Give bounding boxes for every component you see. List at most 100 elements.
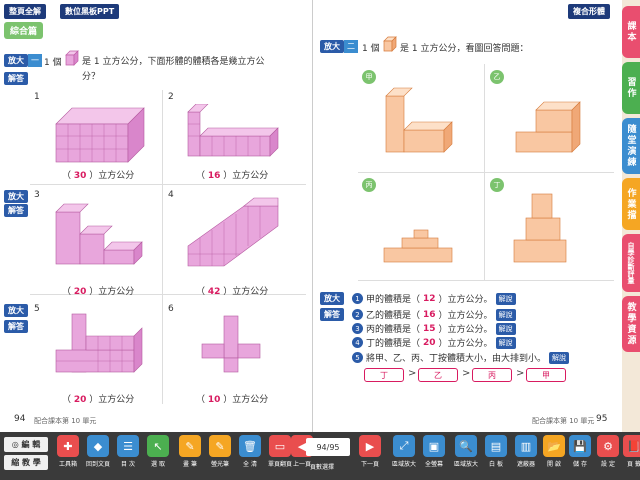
next-page-icon: ▶ bbox=[359, 435, 381, 457]
divider bbox=[30, 184, 306, 185]
item-answer: （ 20 ）立方公分 bbox=[62, 287, 135, 297]
bookmark-button[interactable]: 📕 頁 籤 bbox=[620, 435, 640, 468]
magnify-button[interactable]: 🔍 區域放大 bbox=[452, 435, 480, 468]
unit-cube-icon bbox=[383, 36, 397, 52]
mode-switcher: ◎ 編 輯 縮 教 學 bbox=[4, 437, 48, 473]
whole-page-answer-button[interactable]: 整頁全解 bbox=[4, 4, 46, 19]
question-prefix: 1 個 bbox=[362, 44, 380, 54]
edit-mode-button[interactable]: ◎ 編 輯 bbox=[4, 437, 48, 452]
item-answer: （ 30 ）立方公分 bbox=[62, 171, 135, 181]
explain-button[interactable]: 解說 bbox=[495, 292, 516, 305]
answer-line-2: 2 乙的體積是（ 16 ）立方公分。 解說 bbox=[352, 308, 516, 321]
fullscreen-button[interactable]: ▣ 全螢幕 bbox=[420, 435, 448, 468]
tab-teaching-resources[interactable]: 教學資源 bbox=[622, 296, 640, 352]
answer-line-3: 3 丙的體積是（ 15 ）立方公分。 解說 bbox=[352, 322, 516, 335]
tab-assignment[interactable]: 作業擋 bbox=[622, 178, 640, 230]
explain-button[interactable]: 解說 bbox=[495, 322, 516, 335]
toolbox-button[interactable]: ✚ 工具箱 bbox=[54, 435, 82, 468]
tab-self-assessment[interactable]: 自學診斷評量 bbox=[622, 234, 640, 292]
rank-box: 甲 bbox=[526, 368, 566, 382]
tab-textbook[interactable]: 課本 bbox=[622, 6, 640, 58]
unit-label: 立方公分 bbox=[98, 171, 135, 181]
highlighter-button[interactable]: ✎ 螢光筆 bbox=[206, 435, 234, 468]
rank-box: 乙 bbox=[418, 368, 458, 382]
tool-label: 頁 籤 bbox=[627, 461, 640, 468]
unit-label: 立方公分 bbox=[98, 395, 135, 405]
fullscreen-icon: ▣ bbox=[423, 435, 445, 457]
zoom-button[interactable]: 放大 bbox=[320, 40, 344, 53]
open-button[interactable]: 📂 開 啟 bbox=[540, 435, 568, 468]
back-to-page-icon: ◆ bbox=[87, 435, 109, 457]
pen-button[interactable]: ✎ 畫 筆 bbox=[176, 435, 204, 468]
explain-button[interactable]: 解說 bbox=[495, 336, 516, 349]
contents-button[interactable]: ☰ 目 次 bbox=[114, 435, 142, 468]
page-footer: 配合課本第 10 單元 bbox=[532, 417, 595, 425]
explain-button[interactable]: 解說 bbox=[495, 308, 516, 321]
teach-mode-button[interactable]: 縮 教 學 bbox=[4, 455, 48, 470]
line-text-post: ）立方公分。 bbox=[438, 311, 493, 321]
unit-cube-icon bbox=[65, 50, 79, 66]
answer-button[interactable]: 解答 bbox=[320, 308, 344, 321]
item-number: 2 bbox=[168, 92, 174, 102]
answer-button[interactable]: 解答 bbox=[4, 320, 28, 333]
item-number: 6 bbox=[168, 304, 174, 314]
zoom-button[interactable]: 放大 bbox=[4, 304, 28, 317]
answer-value: 42 bbox=[207, 287, 221, 297]
explain-button[interactable]: 解說 bbox=[549, 351, 570, 364]
question-text: 是 1 立方公分，下面形體的體積各是幾立方公分？ bbox=[82, 57, 265, 82]
tab-workbook[interactable]: 習作 bbox=[622, 62, 640, 114]
save-icon: 💾 bbox=[569, 435, 591, 457]
shape-label: 丙 bbox=[362, 178, 376, 192]
zoom-button[interactable]: 放大 bbox=[4, 54, 28, 67]
zoom-button[interactable]: 放大 bbox=[320, 292, 344, 305]
tool-label: 全螢幕 bbox=[424, 461, 443, 468]
tool-label: 遮蔽器 bbox=[516, 461, 535, 468]
tool-label: 回到文頁 bbox=[85, 461, 110, 468]
tool-label: 工具箱 bbox=[58, 461, 77, 468]
next-page-button[interactable]: ▶ 下一頁 bbox=[356, 435, 384, 468]
answer-button[interactable]: 解答 bbox=[4, 72, 28, 85]
magnify-icon: 🔍 bbox=[455, 435, 477, 457]
line-number: 3 bbox=[352, 323, 363, 334]
page-gutter bbox=[312, 0, 313, 432]
chapter-title: 複合形體 bbox=[568, 4, 610, 19]
settings-button[interactable]: ⚙ 設 定 bbox=[594, 435, 622, 468]
whiteboard-button[interactable]: ▤ 白 板 bbox=[482, 435, 510, 468]
zoom-area-button[interactable]: ⤢ 區域放大 bbox=[390, 435, 418, 468]
answer-value: 30 bbox=[73, 171, 87, 181]
line-number: 2 bbox=[352, 309, 363, 320]
line-number: 1 bbox=[352, 293, 363, 304]
question-number: 二 bbox=[344, 40, 358, 53]
answer-line-1: 1 甲的體積是（ 12 ）立方公分。 解說 bbox=[352, 292, 516, 305]
item-answer: （ 42 ）立方公分 bbox=[196, 287, 269, 297]
line-text-pre: 乙的體積是（ bbox=[366, 311, 421, 321]
mask-button[interactable]: ▥ 遮蔽器 bbox=[512, 435, 540, 468]
shape-jia bbox=[385, 87, 453, 153]
back-to-page-button[interactable]: ◆ 回到文頁 bbox=[84, 435, 112, 468]
save-button[interactable]: 💾 儲 存 bbox=[566, 435, 594, 468]
zoom-button[interactable]: 放大 bbox=[4, 190, 28, 203]
answer-button[interactable]: 解答 bbox=[4, 204, 28, 217]
line-text-pre: 丁的體積是（ bbox=[366, 339, 421, 349]
bookmark-icon: 📕 bbox=[623, 435, 640, 457]
tool-label: 頁數選擇 bbox=[310, 464, 335, 471]
tool-label: 選 取 bbox=[151, 461, 165, 468]
line-text: 將甲、乙、丙、丁按體積大小，由大排到小。 bbox=[366, 354, 547, 364]
answer-value: 15 bbox=[423, 323, 436, 334]
clear-all-button[interactable]: 🗑 全 清 bbox=[236, 435, 264, 468]
tab-practice[interactable]: 隨堂演練 bbox=[622, 118, 640, 174]
tool-label: 白 板 bbox=[489, 461, 503, 468]
toolbox-icon: ✚ bbox=[57, 435, 79, 457]
page-number: 95 bbox=[596, 414, 608, 424]
tool-label: 區域放大 bbox=[391, 461, 416, 468]
cube-figure-4 bbox=[187, 197, 279, 267]
item-number: 1 bbox=[34, 92, 40, 102]
digital-blackboard-button[interactable]: 數位黑板PPT bbox=[60, 4, 120, 19]
cube-figure-3 bbox=[55, 203, 143, 265]
line-number: 5 bbox=[352, 352, 363, 363]
cube-figure-6 bbox=[201, 315, 261, 373]
page-indicator[interactable]: 94/95 bbox=[306, 438, 350, 456]
answer-value: 20 bbox=[423, 337, 436, 348]
select-button[interactable]: ↖ 選 取 bbox=[144, 435, 172, 468]
shape-label: 乙 bbox=[490, 70, 504, 84]
